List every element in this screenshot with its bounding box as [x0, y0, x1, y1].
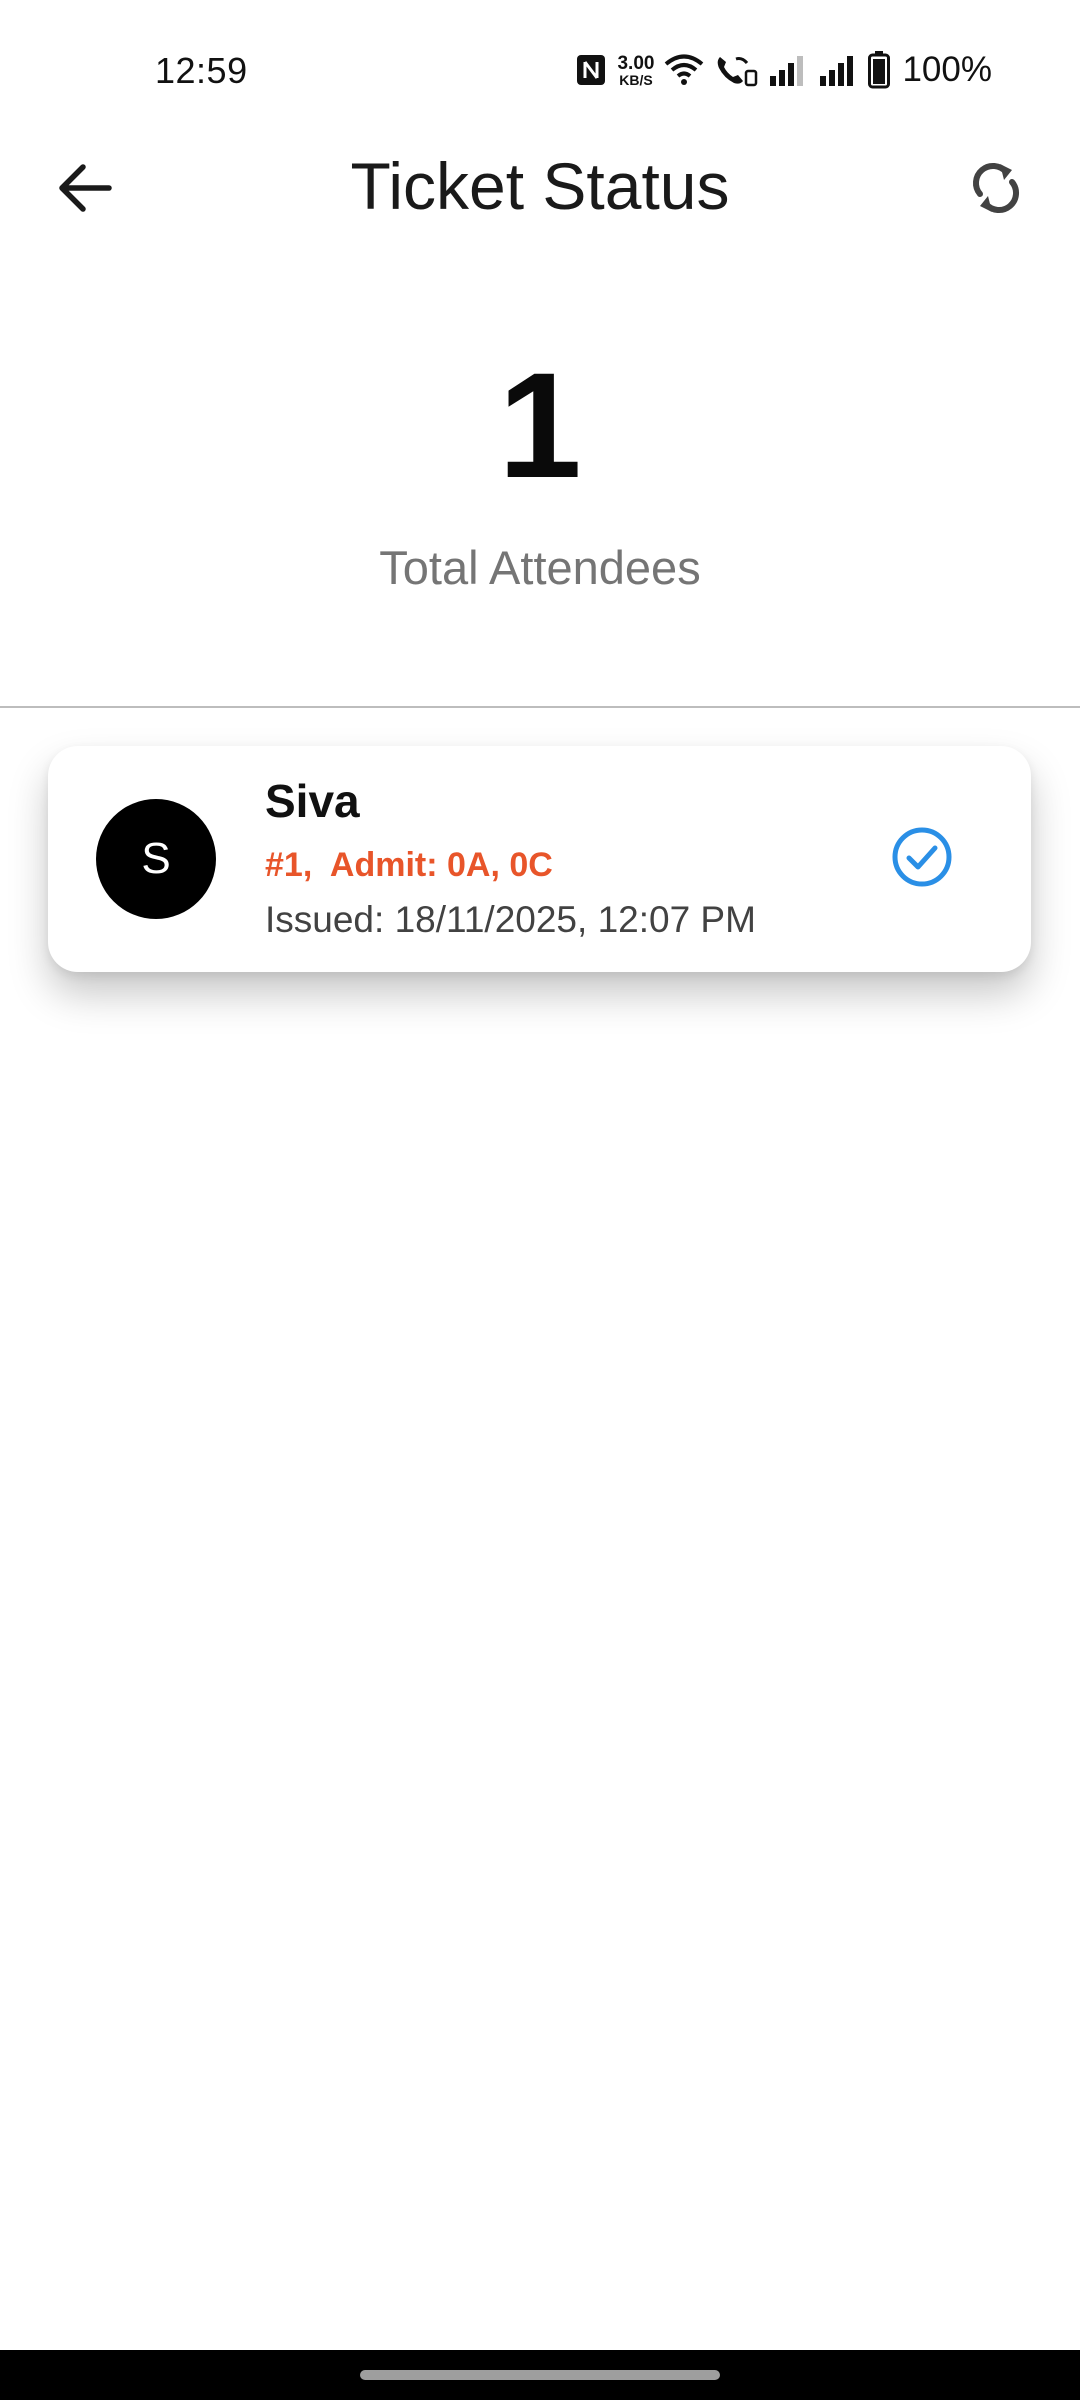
call-icon: [714, 53, 758, 87]
signal-icon: [768, 54, 808, 86]
attendee-summary: 1 Total Attendees: [0, 350, 1080, 595]
battery-level: 100%: [902, 50, 992, 89]
ticket-info: #1, Admit: 0A, 0C: [265, 846, 553, 884]
refresh-button[interactable]: [948, 150, 1044, 230]
signal-icon: [818, 54, 858, 86]
navigation-bar: [0, 2350, 1080, 2400]
attendee-name: Siva: [265, 775, 360, 827]
gesture-handle[interactable]: [360, 2370, 720, 2380]
refresh-icon: [966, 158, 1026, 223]
total-attendees-label: Total Attendees: [379, 541, 701, 594]
page-title: Ticket Status: [350, 149, 730, 223]
divider: [0, 706, 1080, 708]
network-speed: 3.00 KB/S: [617, 52, 655, 88]
avatar: S: [96, 799, 216, 919]
status-icons: 3.00 KB/S 100%: [575, 48, 992, 92]
status-time: 12:59: [155, 50, 248, 91]
app-bar: Ticket Status: [0, 130, 1080, 250]
battery-icon: [868, 51, 891, 89]
status-bar: 12:59 3.00 KB/S 100%: [0, 0, 1080, 130]
nfc-icon: [575, 53, 607, 87]
issued-date: Issued: 18/11/2025, 12:07 PM: [265, 899, 756, 940]
total-attendees-count: 1: [498, 341, 582, 509]
wifi-icon: [664, 53, 704, 87]
attendee-card[interactable]: S Siva #1, Admit: 0A, 0C Issued: 18/11/2…: [48, 746, 1031, 972]
check-circle-icon: [891, 826, 953, 888]
